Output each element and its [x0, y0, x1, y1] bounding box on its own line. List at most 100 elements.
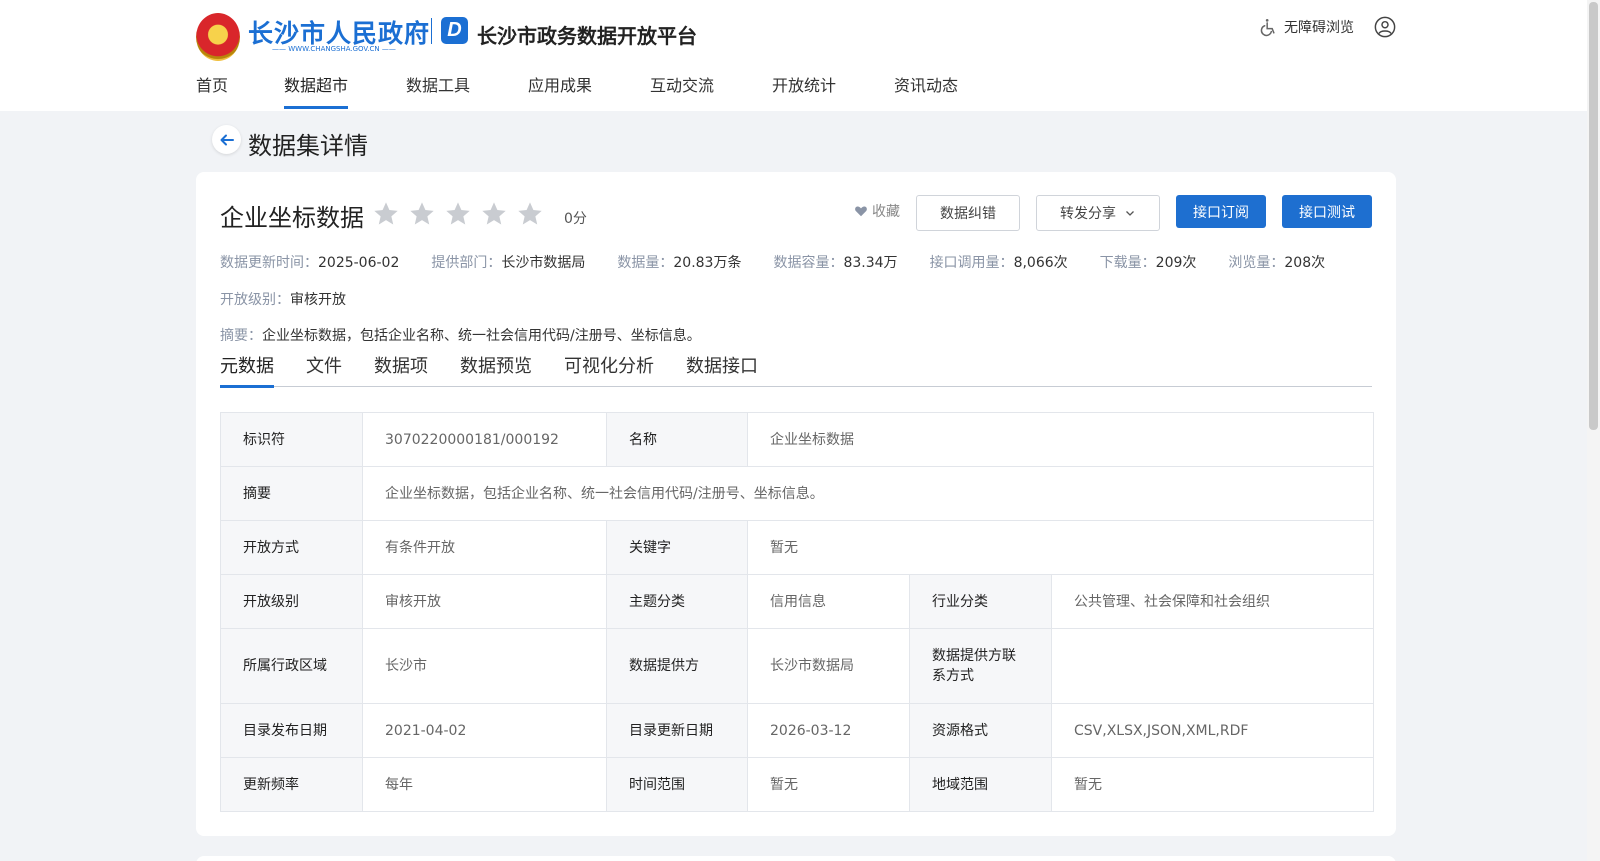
geo-range-value: 暂无 [1051, 757, 1374, 812]
summary-value: 企业坐标数据，包括企业名称、统一社会信用代码/注册号、坐标信息。 [362, 466, 1374, 521]
dataset-stats-row: 数据更新时间：2025-06-02 提供部门：长沙市数据局 数据量：20.83万… [220, 252, 1357, 272]
publish-date-key: 目录发布日期 [220, 703, 363, 758]
open-level-row: 开放级别： 审核开放 [220, 292, 346, 308]
nav-item-news[interactable]: 资讯动态 [894, 72, 958, 111]
national-emblem-logo[interactable] [196, 13, 240, 61]
format-key: 资源格式 [909, 703, 1052, 758]
dataset-detail-card: 企业坐标数据 0分 收藏 数据纠错 转发分享 接口订阅 接口测试 数据更新时间：… [196, 172, 1396, 836]
accessibility-label: 无障碍浏览 [1284, 20, 1354, 36]
contact-value [1051, 628, 1374, 704]
tab-data-preview[interactable]: 数据预览 [460, 352, 532, 387]
open-level-key: 开放级别 [220, 574, 363, 629]
scrollbar-thumb[interactable] [1589, 2, 1598, 430]
platform-logo-icon[interactable]: D [441, 17, 468, 44]
region-value: 长沙市 [362, 628, 607, 704]
stat-provider-dept: 提供部门：长沙市数据局 [431, 255, 586, 271]
keywords-value: 暂无 [747, 520, 1374, 575]
rating-score: 0分 [564, 211, 587, 227]
update-date-value: 2026-03-12 [747, 703, 910, 758]
api-test-button[interactable]: 接口测试 [1282, 195, 1372, 228]
stat-downloads: 下载量：209次 [1099, 255, 1197, 271]
dataset-name: 企业坐标数据 [220, 204, 364, 232]
nav-item-data-tools[interactable]: 数据工具 [406, 72, 470, 111]
nav-item-data-market[interactable]: 数据超市 [284, 72, 348, 111]
metadata-table: 标识符 3070220000181/000192 名称 企业坐标数据 摘要 企业… [220, 412, 1374, 812]
publish-date-value: 2021-04-02 [362, 703, 607, 758]
table-row: 标识符 3070220000181/000192 名称 企业坐标数据 [220, 412, 1374, 467]
arrow-left-icon [220, 134, 234, 145]
detail-tabs: 元数据 文件 数据项 数据预览 可视化分析 数据接口 [220, 352, 1372, 388]
open-level-value: 审核开放 [362, 574, 607, 629]
topic-key: 主题分类 [606, 574, 748, 629]
accessibility-button[interactable]: 无障碍浏览 [1258, 17, 1354, 37]
nav-item-open-stats[interactable]: 开放统计 [772, 72, 836, 111]
nav-item-interaction[interactable]: 互动交流 [650, 72, 714, 111]
page-title: 数据集详情 [248, 132, 368, 160]
page-scrollbar[interactable] [1587, 0, 1600, 861]
time-range-key: 时间范围 [606, 757, 748, 812]
stat-views: 浏览量：208次 [1228, 255, 1326, 271]
industry-value: 公共管理、社会保障和社会组织 [1051, 574, 1374, 629]
contact-key: 数据提供方联系方式 [909, 628, 1052, 704]
nav-item-app-results[interactable]: 应用成果 [528, 72, 592, 111]
nav-item-home[interactable]: 首页 [196, 72, 254, 111]
star-icon[interactable] [444, 200, 472, 228]
provider-value: 长沙市数据局 [747, 628, 910, 704]
logo-divider [431, 18, 432, 44]
back-button[interactable] [212, 125, 241, 154]
share-label: 转发分享 [1060, 206, 1116, 222]
summary-key: 摘要 [220, 466, 363, 521]
stat-data-count: 数据量：20.83万条 [617, 255, 742, 271]
table-row: 开放方式 有条件开放 关键字 暂无 [220, 520, 1374, 575]
region-key: 所属行政区域 [220, 628, 363, 704]
name-value: 企业坐标数据 [747, 412, 1374, 467]
table-row: 目录发布日期 2021-04-02 目录更新日期 2026-03-12 资源格式… [220, 703, 1374, 758]
identifier-value: 3070220000181/000192 [362, 412, 607, 467]
star-icon[interactable] [480, 200, 508, 228]
table-row: 摘要 企业坐标数据，包括企业名称、统一社会信用代码/注册号、坐标信息。 [220, 466, 1374, 521]
industry-key: 行业分类 [909, 574, 1052, 629]
data-correction-button[interactable]: 数据纠错 [916, 195, 1020, 231]
gov-logo-url: —— WWW.CHANGSHA.GOV.CN —— [272, 45, 396, 53]
tab-metadata[interactable]: 元数据 [220, 352, 274, 388]
next-section-card [196, 856, 1396, 861]
user-icon[interactable] [1374, 16, 1396, 38]
stat-data-capacity: 数据容量：83.34万 [773, 255, 898, 271]
stat-update-time: 数据更新时间：2025-06-02 [220, 255, 400, 271]
stat-api-calls: 接口调用量：8,066次 [929, 255, 1068, 271]
api-subscribe-button[interactable]: 接口订阅 [1176, 195, 1266, 228]
table-row: 更新频率 每年 时间范围 暂无 地域范围 暂无 [220, 757, 1374, 812]
chevron-down-icon [1126, 211, 1134, 216]
wheelchair-icon [1260, 19, 1275, 37]
table-row: 所属行政区域 长沙市 数据提供方 长沙市数据局 数据提供方联系方式 [220, 628, 1374, 704]
keywords-key: 关键字 [606, 520, 748, 575]
star-icon[interactable] [408, 200, 436, 228]
main-nav: 首页 数据超市 数据工具 应用成果 互动交流 开放统计 资讯动态 [196, 72, 958, 111]
frequency-key: 更新频率 [220, 757, 363, 812]
favorite-button[interactable]: 收藏 [854, 201, 900, 221]
table-row: 开放级别 审核开放 主题分类 信用信息 行业分类 公共管理、社会保障和社会组织 [220, 574, 1374, 629]
rating-stars[interactable] [372, 200, 544, 228]
topic-value: 信用信息 [747, 574, 910, 629]
site-header: 长沙市人民政府 —— WWW.CHANGSHA.GOV.CN —— D 长沙市政… [0, 0, 1587, 111]
provider-key: 数据提供方 [606, 628, 748, 704]
favorite-label: 收藏 [872, 204, 900, 220]
frequency-value: 每年 [362, 757, 607, 812]
tab-data-api[interactable]: 数据接口 [686, 352, 758, 387]
star-icon[interactable] [516, 200, 544, 228]
time-range-value: 暂无 [747, 757, 910, 812]
name-key: 名称 [606, 412, 748, 467]
share-dropdown-button[interactable]: 转发分享 [1036, 195, 1160, 231]
heart-icon [855, 206, 867, 217]
platform-title[interactable]: 长沙市政务数据开放平台 [477, 20, 697, 49]
tab-files[interactable]: 文件 [306, 352, 342, 387]
tab-visual-analysis[interactable]: 可视化分析 [564, 352, 654, 387]
identifier-key: 标识符 [220, 412, 363, 467]
format-value: CSV,XLSX,JSON,XML,RDF [1051, 703, 1374, 758]
tab-data-items[interactable]: 数据项 [374, 352, 428, 387]
summary-row: 摘要： 企业坐标数据，包括企业名称、统一社会信用代码/注册号、坐标信息。 [220, 328, 701, 344]
open-mode-key: 开放方式 [220, 520, 363, 575]
star-icon[interactable] [372, 200, 400, 228]
open-mode-value: 有条件开放 [362, 520, 607, 575]
geo-range-key: 地域范围 [909, 757, 1052, 812]
